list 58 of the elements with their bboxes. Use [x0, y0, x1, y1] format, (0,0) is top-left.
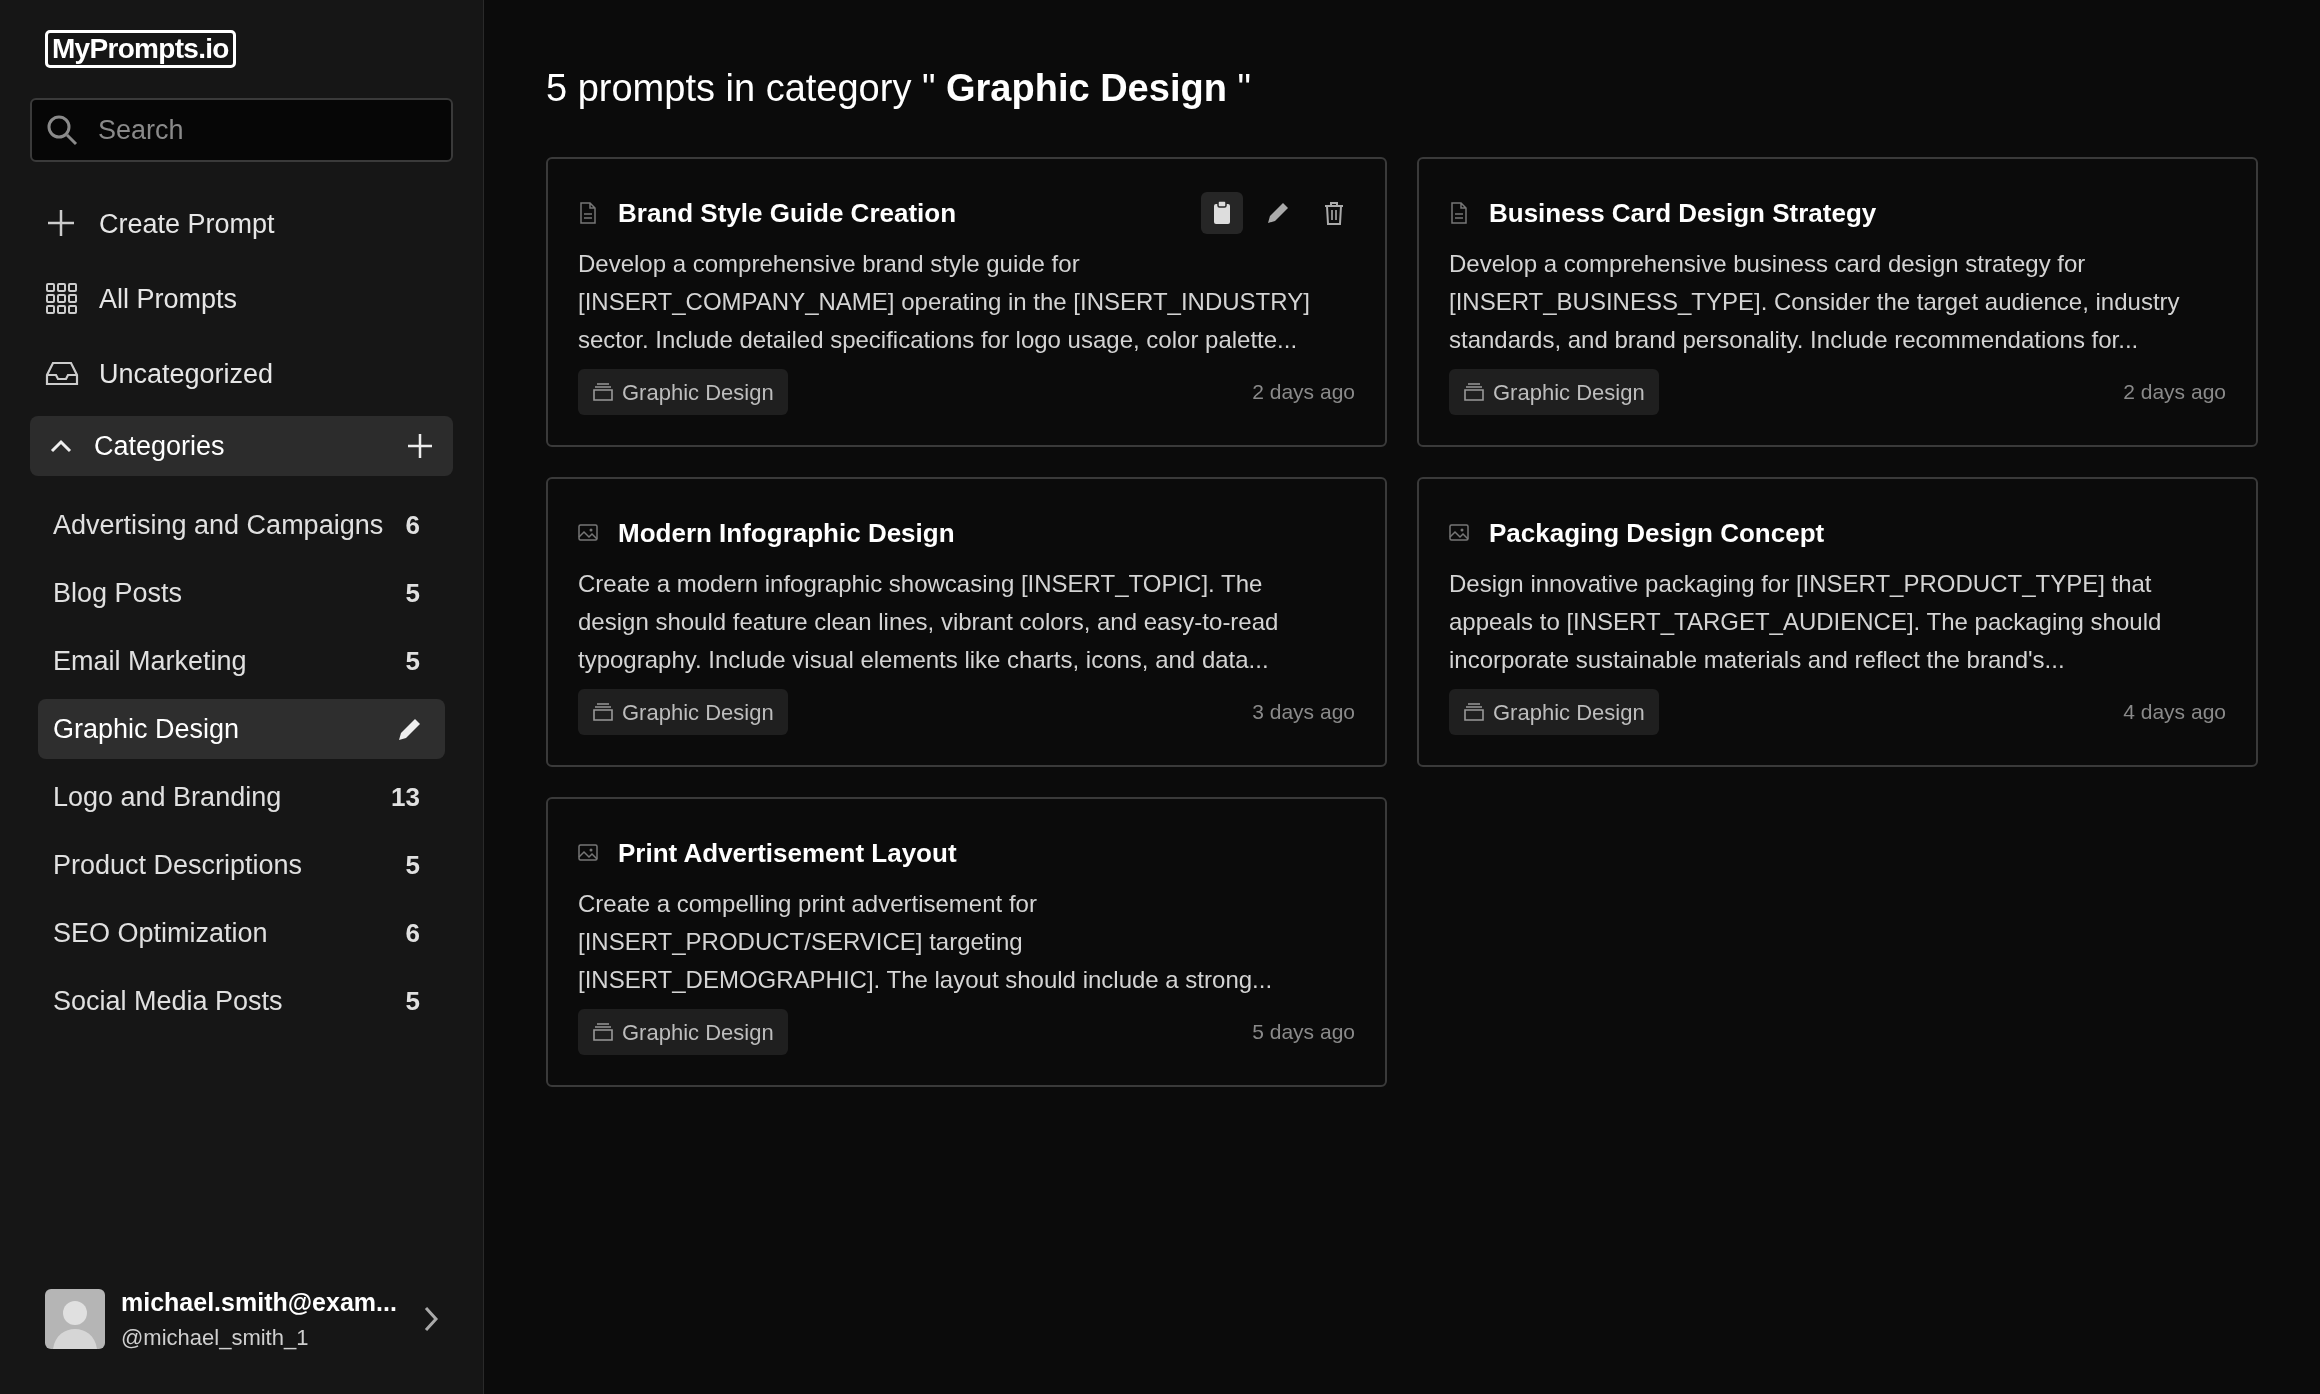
card-title[interactable]: Print Advertisement Layout	[618, 833, 1355, 873]
folder-icon	[592, 702, 614, 722]
timestamp: 2 days ago	[1252, 379, 1355, 406]
category-tag[interactable]: Graphic Design	[1449, 689, 1659, 735]
card-title[interactable]: Brand Style Guide Creation	[618, 193, 1187, 233]
nav-item[interactable]: Create Prompt	[99, 203, 275, 245]
card-description: Develop a comprehensive business card design strategy for [INSERT_BUSINESS_TYPE]. Consider the target audience, industry standards, and brand personality. Include recommendations for...	[1449, 249, 2181, 355]
category-tag[interactable]: Graphic Design	[578, 1009, 788, 1055]
search-field[interactable]: Search	[30, 98, 453, 162]
prompt-card[interactable]	[546, 477, 1387, 767]
category-item[interactable]: Graphic Design	[38, 699, 445, 759]
category-item[interactable]: Advertising and Campaigns 6	[38, 495, 445, 555]
image-icon	[578, 842, 598, 864]
user-handle: @michael_smith_1	[121, 1324, 310, 1352]
clipboard-button[interactable]	[1201, 192, 1243, 234]
card-description: Design innovative packaging for [INSERT_PRODUCT_TYPE] that appeals to [INSERT_TARGET_AUDIENCE]. The packaging should incorporate sustainable materials and reflect the brand's...	[1449, 569, 2163, 675]
category-tag[interactable]: Graphic Design	[578, 369, 788, 415]
nav-item[interactable]: All Prompts	[99, 278, 238, 320]
avatar-icon[interactable]	[45, 1288, 105, 1349]
image-icon	[578, 522, 598, 544]
document-icon	[578, 202, 598, 224]
logo[interactable]: MyPrompts.io	[45, 30, 236, 68]
timestamp: 5 days ago	[1252, 1019, 1355, 1046]
prompt-card[interactable]	[1417, 157, 2258, 447]
grid-icon	[45, 282, 79, 316]
prompt-card[interactable]	[546, 157, 1387, 447]
search-icon	[46, 114, 78, 146]
folder-icon	[1463, 382, 1485, 402]
timestamp: 2 days ago	[2123, 379, 2226, 406]
timestamp: 4 days ago	[2123, 699, 2226, 726]
category-item[interactable]: Social Media Posts 5	[38, 971, 445, 1031]
category-tag[interactable]: Graphic Design	[578, 689, 788, 735]
prompt-card[interactable]	[1417, 477, 2258, 767]
plus-icon	[407, 433, 433, 459]
card-title[interactable]: Packaging Design Concept	[1489, 513, 2226, 553]
timestamp: 3 days ago	[1252, 699, 1355, 726]
image-icon	[1449, 522, 1469, 544]
category-item[interactable]: SEO Optimization 6	[38, 903, 445, 963]
category-item[interactable]: Blog Posts 5	[38, 563, 445, 623]
category-item[interactable]: Email Marketing 5	[38, 631, 445, 691]
document-icon	[1449, 202, 1469, 224]
card-title[interactable]: Business Card Design Strategy	[1489, 193, 2226, 233]
page-heading: 5 prompts in category " Graphic Design "	[546, 66, 1252, 111]
card-description: Create a modern infographic showcasing [INSERT_TOPIC]. The design should feature clean lines, vibrant colors, and easy-to-read typography. Include visual elements like charts, icons, and data...	[578, 569, 1280, 675]
chevron-right-icon[interactable]	[422, 1304, 439, 1333]
category-item[interactable]: Product Descriptions 5	[38, 835, 445, 895]
user-email: michael.smith@exam...	[121, 1286, 397, 1318]
prompt-card[interactable]: Print Advertisement Layout Create a compelling print advertisement for [INSERT_PRODUCT/SERVICE] targeting [INSERT_DEMOGRAPHIC]. The layout should include a strong... Graphic Design 5 days ago	[546, 797, 1387, 1087]
folder-icon	[592, 382, 614, 402]
nav-item[interactable]: Uncategorized	[99, 353, 274, 395]
folder-icon	[1463, 702, 1485, 722]
categories-header[interactable]: Categories	[30, 416, 453, 476]
card-description: Create a compelling print advertisement for [INSERT_PRODUCT/SERVICE] targeting [INSERT_DEMOGRAPHIC]. The layout should include a strong...	[578, 889, 1274, 995]
card-description: Develop a comprehensive brand style guide for [INSERT_COMPANY_NAME] operating in the [INSERT_INDUSTRY] sector. Include detailed specifications for logo usage, color palette...	[578, 249, 1311, 355]
category-item[interactable]: Logo and Branding 13	[38, 767, 445, 827]
folder-icon	[592, 1022, 614, 1042]
category-tag[interactable]: Graphic Design	[1449, 369, 1659, 415]
card-title[interactable]: Modern Infographic Design	[618, 513, 1355, 553]
